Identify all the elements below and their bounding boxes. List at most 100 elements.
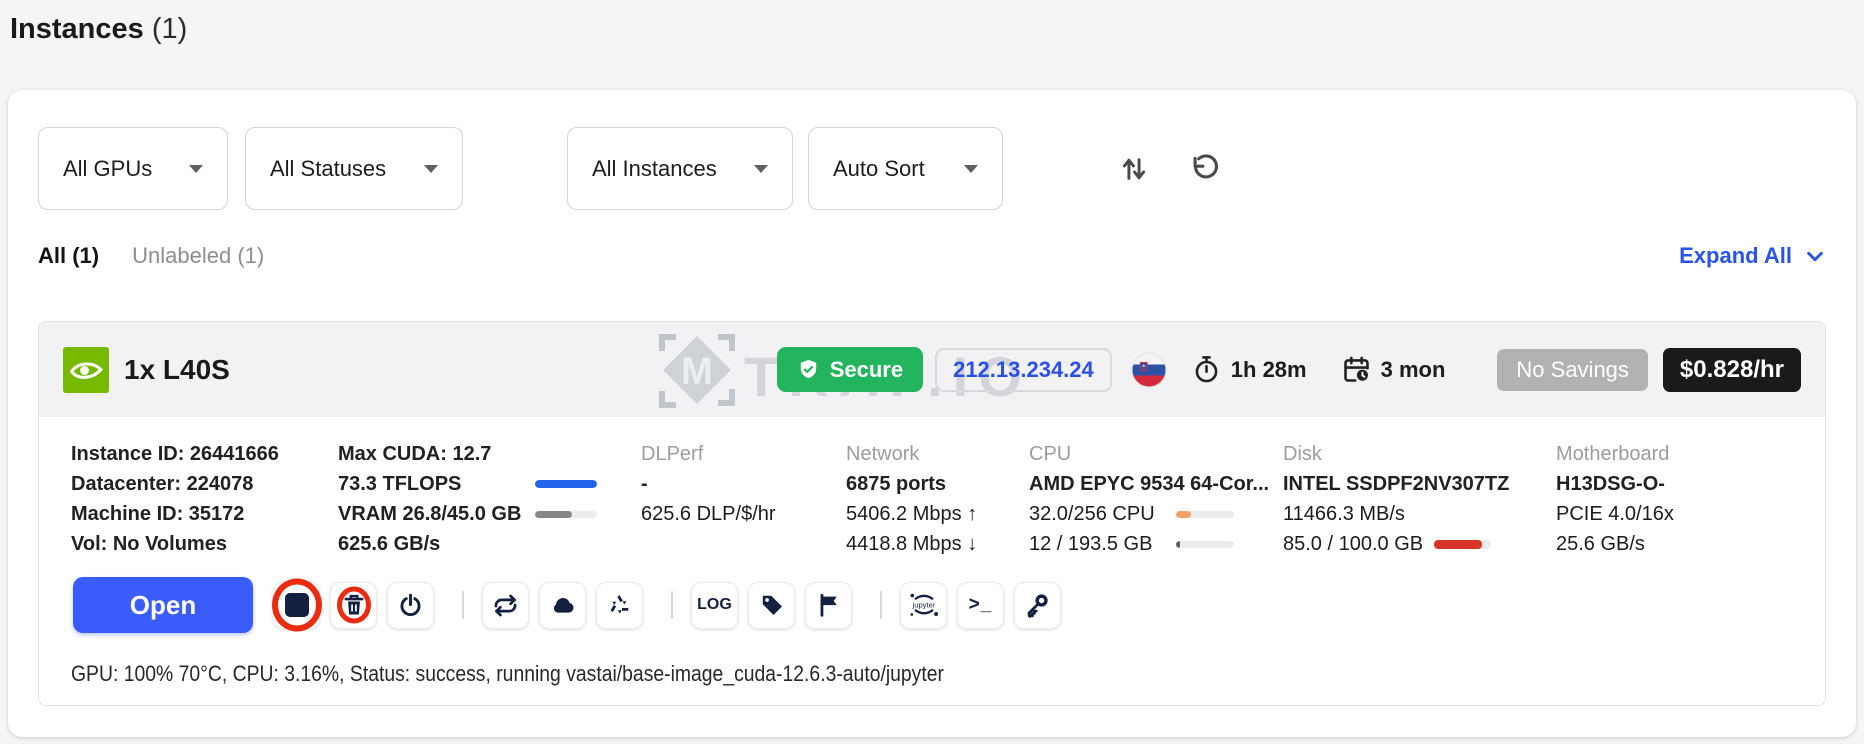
motherboard-name: H13DSG-O- [1556,473,1665,495]
gpu-column: Max CUDA: 12.7 73.3 TFLOPS VRAM 26.8/45.… [338,439,641,559]
jupyter-button[interactable]: jupyter [900,581,947,629]
disk-speed: 11466.3 MB/s [1283,503,1405,525]
terminal-button[interactable]: >_ [957,581,1004,629]
motherboard-header: Motherboard [1556,443,1670,465]
vram-usage-bar [535,510,597,518]
no-savings-badge: No Savings [1497,348,1648,391]
cpu-usage-bar [1176,510,1234,518]
caret-down-icon [189,164,203,173]
restart-button[interactable] [387,581,434,629]
divider [880,591,882,619]
cpu-header: CPU [1029,443,1072,465]
sort-dropdown[interactable]: Auto Sort [808,127,1003,210]
identity-column: Instance ID: 26441666 Datacenter: 224078… [71,439,338,559]
refresh-icon [1193,153,1218,178]
instance-status-line: GPU: 100% 70°C, CPU: 3.16%, Status: succ… [71,661,944,686]
instance-type-filter-label: All Instances [592,155,717,181]
gpu-filter-dropdown[interactable]: All GPUs [38,127,228,210]
network-column: Network 6875 ports 5406.2 Mbps ↑ 4418.8 … [846,439,1029,559]
machine-id: Machine ID: 35172 [71,503,245,525]
instance-card-header: M TRAF.IO 1x L40S Secure 212.13.234.24 [39,322,1825,417]
volumes: Vol: No Volumes [71,533,227,555]
page-title-text: Instances [10,13,144,45]
terminal-icon: >_ [968,594,993,615]
divider [671,591,673,619]
disk-header: Disk [1283,443,1322,465]
vram: VRAM 26.8/45.0 GB [338,499,641,529]
caret-down-icon [754,164,768,173]
gpu-util-bar [535,480,597,488]
network-ports: 6875 ports [846,473,947,495]
dlperf-value: - [641,473,648,495]
caret-down-icon [964,164,978,173]
calendar-clock-icon [1343,356,1369,382]
jupyter-icon: jupyter [910,593,938,616]
svg-text:jupyter: jupyter [911,601,935,610]
instance-actions: Open LOG jupyter >_ [39,577,1825,633]
ip-address-button[interactable]: 212.13.234.24 [935,347,1112,392]
divider [462,591,464,619]
sort-arrows-icon [1122,157,1146,180]
dlperf-header: DLPerf [641,443,704,465]
gpu-name: 1x L40S [124,353,230,385]
key-icon [1027,593,1048,618]
watermark-logo: M [659,334,735,408]
max-cuda: Max CUDA: 12.7 [338,443,492,465]
price-badge: $0.828/hr [1662,347,1801,392]
cpu-cores: 32.0/256 CPU [1029,499,1283,529]
chevron-down-icon [1807,251,1823,262]
flag-icon [820,593,837,617]
recycle-icon [610,594,629,614]
stop-button[interactable] [273,581,320,629]
cloud-backup-button[interactable] [539,581,586,629]
status-filter-label: All Statuses [270,155,387,181]
filter-row: All GPUs All Statuses All Instances Auto… [38,127,1826,210]
ssh-key-button[interactable] [1014,581,1061,629]
instance-type-filter-dropdown[interactable]: All Instances [567,127,793,210]
label-button[interactable] [748,581,795,629]
motherboard-column: Motherboard H13DSG-O- PCIE 4.0/16x 25.6 … [1556,439,1801,559]
tab-all[interactable]: All (1) [38,243,99,269]
disk-column: Disk INTEL SSDPF2NV307TZ 11466.3 MB/s 85… [1283,439,1556,559]
instance-id: Instance ID: 26441666 [71,443,279,465]
uptime-value: 1h 28m [1230,356,1307,382]
page-title-count: (1) [151,13,188,45]
recycle-button[interactable] [596,581,643,629]
gpu-bandwidth: 625.6 GB/s [338,533,441,555]
tag-icon [762,595,782,615]
shield-check-icon [800,359,816,379]
rental-period-value: 3 mon [1380,356,1446,382]
network-upload: 5406.2 Mbps ↑ [846,503,978,525]
expand-all-label: Expand All [1679,243,1792,268]
dlperf-per-dollar: 625.6 DLP/$/hr [641,503,776,525]
delete-button[interactable] [330,581,377,629]
page-title: Instances (1) [10,13,187,46]
stop-icon [284,593,309,617]
network-header: Network [846,443,920,465]
repeat-icon [494,594,517,616]
instance-details: Instance ID: 26441666 Datacenter: 224078… [39,417,1825,577]
log-label: LOG [697,596,732,613]
sort-direction-button[interactable] [1118,153,1150,185]
trash-icon [344,594,363,615]
open-button[interactable]: Open [73,577,253,633]
uptime: 1h 28m [1191,354,1307,385]
secure-badge[interactable]: Secure [776,347,924,392]
cpu-name: AMD EPYC 9534 64-Cor... [1029,473,1270,495]
report-button[interactable] [805,581,852,629]
recreate-button[interactable] [482,581,529,629]
slovenia-flag-icon [1131,352,1167,387]
rental-period: 3 mon [1341,354,1446,385]
instance-card: M TRAF.IO 1x L40S Secure 212.13.234.24 [38,321,1826,706]
disk-name: INTEL SSDPF2NV307TZ [1283,473,1510,495]
label-tabs: All (1) Unlabeled (1) Expand All [38,242,1826,270]
secure-label: Secure [829,356,904,382]
network-download: 4418.8 Mbps ↓ [846,533,978,555]
ram-usage-bar [1176,540,1234,548]
log-button[interactable]: LOG [691,581,738,629]
tab-unlabeled[interactable]: Unlabeled (1) [132,243,264,269]
status-filter-dropdown[interactable]: All Statuses [245,127,463,210]
motherboard-bandwidth: 25.6 GB/s [1556,533,1645,555]
expand-all-button[interactable]: Expand All [1679,243,1826,269]
refresh-button[interactable] [1188,152,1222,186]
